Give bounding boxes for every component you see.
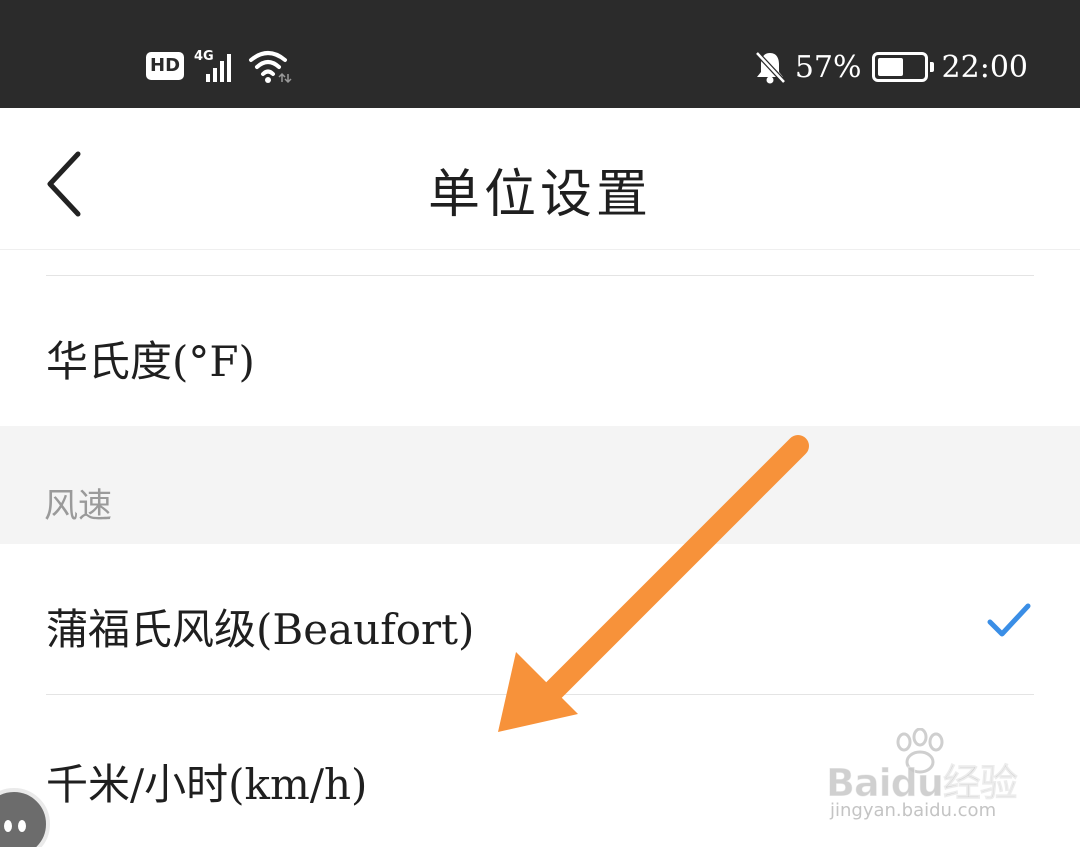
option-beaufort[interactable]: 蒲福氏风级(Beaufort)	[0, 544, 1080, 694]
option-label: 千米/小时(km/h)	[46, 760, 368, 809]
clock: 22:00	[941, 49, 1028, 85]
status-bar: HD 4G 57% 22:00	[0, 0, 1080, 108]
battery-percent: 57%	[794, 49, 862, 85]
watermark-brand: Baidu经验	[826, 761, 1019, 806]
battery-icon	[871, 52, 934, 82]
app-header: 单位设置	[0, 108, 1080, 250]
signal-bars-icon: 4G	[194, 49, 232, 82]
status-bar-left: HD 4G	[146, 46, 292, 86]
option-label: 华氏度(°F)	[46, 337, 255, 386]
section-title: 风速	[44, 486, 112, 526]
page-title: 单位设置	[427, 165, 652, 225]
checkmark-icon	[987, 603, 1031, 637]
watermark-url: jingyan.baidu.com	[830, 800, 997, 821]
hd-badge: HD	[146, 52, 185, 80]
wifi-icon	[249, 51, 292, 84]
option-fahrenheit[interactable]: 华氏度(°F)	[0, 276, 1080, 426]
status-bar-right: 57% 22:00	[753, 44, 1028, 90]
option-label: 蒲福氏风级(Beaufort)	[46, 605, 475, 654]
section-header-wind-speed: 风速	[0, 426, 1080, 544]
baidu-watermark: Baidu经验 jingyan.baidu.com	[826, 728, 1026, 828]
network-type-label: 4G	[194, 49, 214, 64]
bell-off-icon	[755, 51, 786, 84]
battery-fill	[877, 58, 903, 76]
